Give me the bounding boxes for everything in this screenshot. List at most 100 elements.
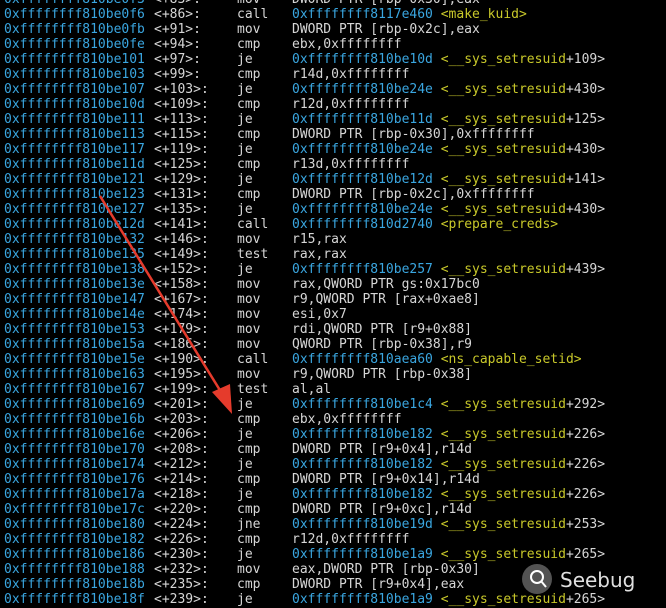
instruction-address: 0xffffffff810be147 [4,292,145,307]
instruction-operands: 0xffffffff810be24e <__sys_setresuid+430> [292,82,605,97]
instruction-row: 0xffffffff810be103 <+99>: cmp r14d,0xffffff… [0,67,666,82]
operand-text: +125> [565,112,606,127]
operand-target-address: 0xffffffff810be1a9 [292,547,433,562]
instruction-operands: r15,rax [292,232,347,247]
instruction-mnemonic: mov [237,22,261,37]
instruction-mnemonic: cmp [237,412,261,427]
instruction-row: 0xffffffff810be0fe <+94>: cmp ebx,0xfffffff… [0,37,666,52]
instruction-address: 0xffffffff810be15e [4,352,145,367]
instruction-address: 0xffffffff810be153 [4,322,145,337]
instruction-operands: 0xffffffff810be24e <__sys_setresuid+430> [292,142,605,157]
operand-text: +226> [565,427,606,442]
instruction-mnemonic: cmp [237,532,261,547]
instruction-address: 0xffffffff810be10d [4,97,145,112]
instruction-operands: 0xffffffff810be19d <__sys_setresuid+253> [292,517,605,532]
instruction-operands: rdi,QWORD PTR [r9+0x88] [292,322,472,337]
instruction-address: 0xffffffff810be167 [4,382,145,397]
operand-text: DWORD PTR [rbp-0x2c],eax [292,22,480,37]
instruction-offset: <+125>: [154,157,209,172]
instruction-offset: <+91>: [154,22,201,37]
operand-symbol: <__sys_setresuid [432,52,566,67]
instruction-offset: <+195>: [154,367,209,382]
instruction-operands: DWORD PTR [r9+0xc],r14d [292,502,472,517]
operand-target-address: 0xffffffff810aea60 [292,352,433,367]
operand-text: rax,QWORD PTR gs:0x17bc0 [292,277,480,292]
operand-text: DWORD PTR [rbp-0x2c],0xffffffff [292,187,535,202]
instruction-mnemonic: test [237,247,269,262]
instruction-address: 0xffffffff810be17c [4,502,145,517]
instruction-mnemonic: mov [237,562,261,577]
operand-target-address: 0xffffffff810be11d [292,112,433,127]
instruction-address: 0xffffffff810be180 [4,517,145,532]
instruction-offset: <+214>: [154,472,209,487]
instruction-mnemonic: cmp [237,157,261,172]
instruction-operands: rax,rax [292,247,347,262]
operand-target-address: 0xffffffff810be10d [292,52,433,67]
operand-text: +109> [565,52,606,67]
operand-symbol: <__sys_setresuid [432,262,566,277]
operand-target-address: 0xffffffff810be24e [292,202,433,217]
instruction-offset: <+203>: [154,412,209,427]
instruction-offset: <+220>: [154,502,209,517]
instruction-row: 0xffffffff810be16e <+206>: je 0xffffffff810… [0,427,666,442]
instruction-address: 0xffffffff810be0fb [4,22,145,37]
instruction-row: 0xffffffff810be121 <+129>: je 0xffffffff810… [0,172,666,187]
instruction-row: 0xffffffff810be107 <+103>: je 0xffffffff810… [0,82,666,97]
instruction-row: 0xffffffff810be163 <+195>: mov r9,QWORD PTR… [0,367,666,382]
instruction-mnemonic: cmp [237,97,261,112]
instruction-offset: <+158>: [154,277,209,292]
operand-text: +265> [565,547,606,562]
operand-target-address: 0xffffffff810be1c4 [292,397,433,412]
instruction-operands: DWORD PTR [rbp-0x2c],0xffffffff [292,187,535,202]
instruction-offset: <+179>: [154,322,209,337]
instruction-address: 0xffffffff810be0fe [4,37,145,52]
instruction-mnemonic: mov [237,367,261,382]
operand-symbol: <__sys_setresuid [432,172,566,187]
instruction-mnemonic: cmp [237,472,261,487]
instruction-mnemonic: jne [237,517,261,532]
instruction-mnemonic: je [237,262,253,277]
instruction-mnemonic: mov [237,337,261,352]
instruction-mnemonic: test [237,382,269,397]
operand-text: DWORD PTR [rbp-0x30],0xffffffff [292,127,535,142]
operand-symbol: <__sys_setresuid [432,517,566,532]
operand-symbol: <__sys_setresuid [432,202,566,217]
instruction-row: 0xffffffff810be176 <+214>: cmp DWORD PTR [r… [0,472,666,487]
operand-text: r9,QWORD PTR [rbp-0x38] [292,367,473,382]
instruction-operands: r12d,0xffffffff [292,532,409,547]
instruction-row: 0xffffffff810be113 <+115>: cmp DWORD PTR [r… [0,127,666,142]
operand-text: +430> [565,202,606,217]
instruction-offset: <+239>: [154,592,209,607]
instruction-row: 0xffffffff810be117 <+119>: je 0xffffffff810… [0,142,666,157]
instruction-row: 0xffffffff810be10d <+109>: cmp r12d,0xfffff… [0,97,666,112]
instruction-address: 0xffffffff810be169 [4,397,145,412]
seebug-watermark: Seebug [520,562,660,596]
operand-target-address: 0xffffffff810be19d [292,517,433,532]
instruction-operands: esi,0x7 [292,307,347,322]
instruction-offset: <+174>: [154,307,209,322]
instruction-offset: <+129>: [154,172,209,187]
instruction-row: 0xffffffff810be13e <+158>: mov rax,QWORD PT… [0,277,666,292]
instruction-offset: <+141>: [154,217,209,232]
instruction-operands: DWORD PTR [rbp-0x2c],eax [292,22,480,37]
operand-target-address: 0xffffffff810be182 [292,487,433,502]
instruction-offset: <+167>: [154,292,209,307]
instruction-operands: r13d,0xffffffff [292,157,409,172]
instruction-address: 0xffffffff810be16e [4,427,145,442]
instruction-mnemonic: call [237,7,269,22]
instruction-address: 0xffffffff810be138 [4,262,145,277]
instruction-row: 0xffffffff810be15a <+186>: mov QWORD PTR [r… [0,337,666,352]
instruction-row: 0xffffffff810be17c <+220>: cmp DWORD PTR [r… [0,502,666,517]
instruction-offset: <+97>: [154,52,201,67]
operand-text: r13d,0xffffffff [292,157,410,172]
operand-symbol: <__sys_setresuid [432,82,566,97]
instruction-offset: <+99>: [154,67,201,82]
instruction-row: 0xffffffff810be169 <+201>: je 0xffffffff810… [0,397,666,412]
instruction-row: 0xffffffff810be186 <+230>: je 0xffffffff810… [0,547,666,562]
instruction-offset: <+135>: [154,202,209,217]
instruction-address: 0xffffffff810be15a [4,337,145,352]
operand-target-address: 0xffffffff810be182 [292,427,433,442]
instruction-operands: r9,QWORD PTR [rax+0xae8] [292,292,480,307]
instruction-operands: DWORD PTR [r9+0x14],r14d [292,472,480,487]
instruction-address: 0xffffffff810be18f [4,592,145,607]
